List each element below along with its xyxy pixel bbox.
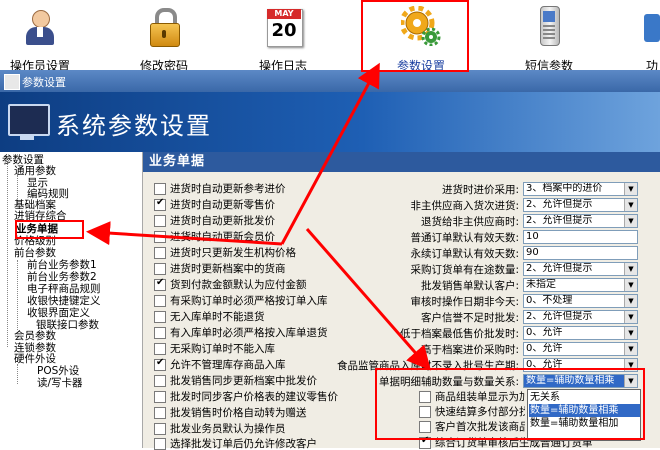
annotation-arrows (86, 62, 431, 371)
arrow-to-dropdown (305, 228, 431, 371)
arrow-to-params-button (280, 62, 380, 245)
arrow-to-business-docs (86, 221, 283, 246)
